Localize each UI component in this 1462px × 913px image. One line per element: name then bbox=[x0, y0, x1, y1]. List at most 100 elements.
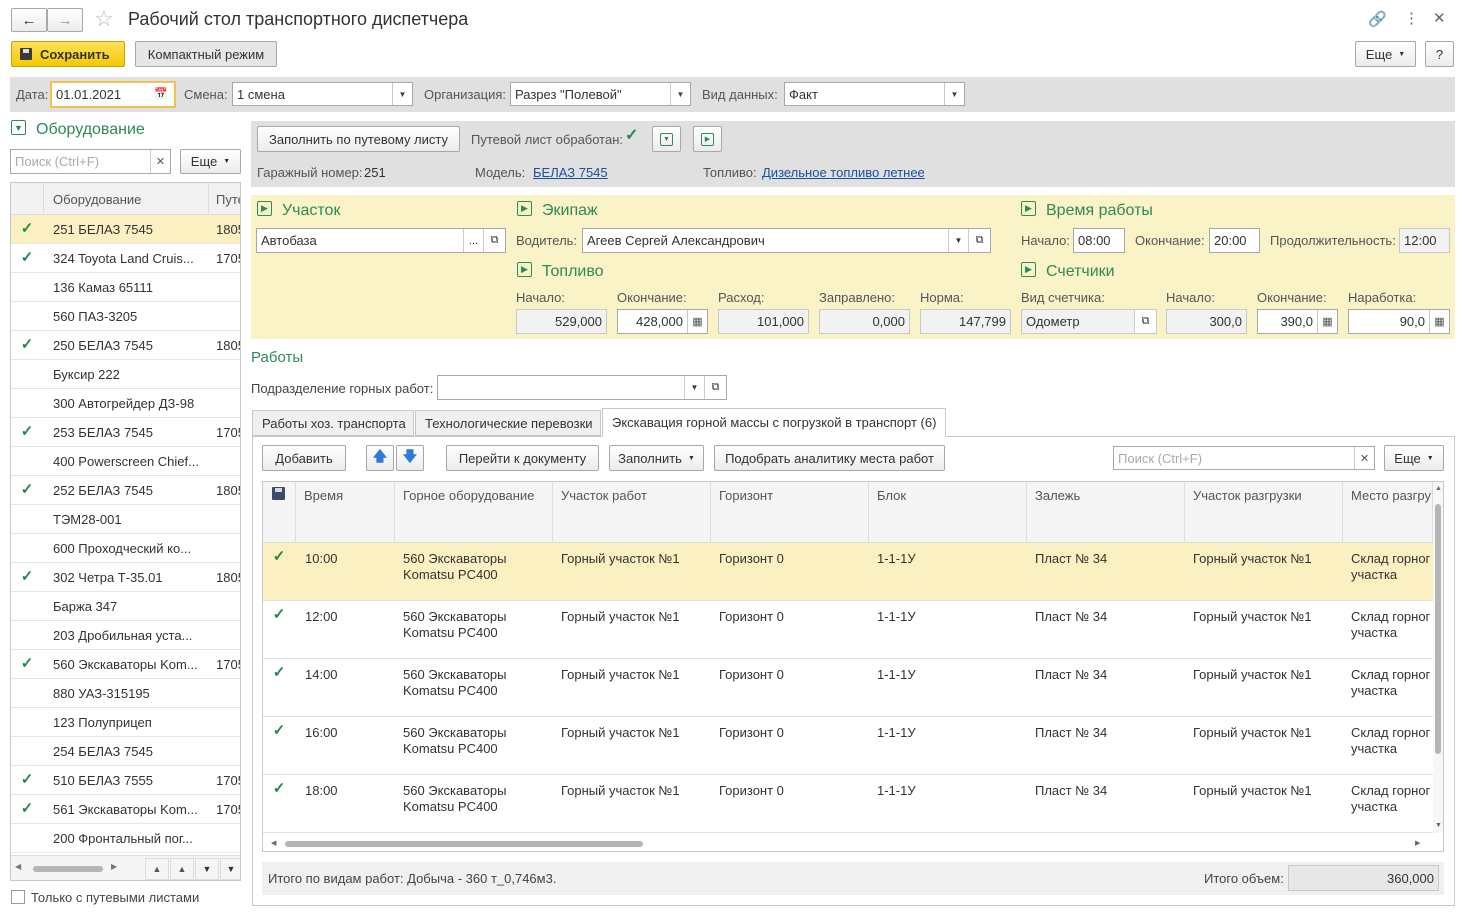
col-status[interactable] bbox=[263, 482, 296, 542]
equipment-row[interactable]: ✓ 252 БЕЛАЗ 7545 1805 bbox=[11, 476, 240, 505]
works-row[interactable]: ✓ 10:00 560 Экскаваторы Komatsu PC400 Горный… bbox=[263, 543, 1433, 601]
equipment-row[interactable]: 300 Автогрейдер ДЗ-98 bbox=[11, 389, 240, 418]
select-dots-icon[interactable]: ... bbox=[463, 229, 483, 252]
h-scrollbar-thumb[interactable] bbox=[33, 866, 103, 872]
col-equipment[interactable]: Оборудование bbox=[53, 192, 141, 207]
col-deposit[interactable]: Залежь bbox=[1027, 482, 1185, 542]
fill-button[interactable]: Заполнить ▼ bbox=[609, 445, 704, 471]
org-field[interactable]: Разрез "Полевой" ▼ bbox=[510, 82, 691, 106]
equipment-row[interactable]: ✓ 561 Экскаваторы Kom... 1705 bbox=[11, 795, 240, 824]
back-button[interactable]: ← bbox=[11, 8, 47, 32]
equipment-row[interactable]: 136 Камаз 65111 bbox=[11, 273, 240, 302]
calculator-icon[interactable]: ▦ bbox=[1429, 310, 1449, 333]
col-unload-place[interactable]: Место разгру bbox=[1343, 482, 1433, 542]
col-work-site[interactable]: Участок работ bbox=[553, 482, 711, 542]
expand-chevron-icon[interactable]: ▶ bbox=[517, 201, 532, 217]
waybill-down-button[interactable]: ▼ bbox=[652, 126, 681, 152]
equipment-row[interactable]: 880 УАЗ-315195 bbox=[11, 679, 240, 708]
scroll-down-icon[interactable]: ▼ bbox=[195, 858, 219, 880]
fuel-link[interactable]: Дизельное топливо летнее bbox=[762, 165, 925, 180]
works-row[interactable]: ✓ 18:00 560 Экскаваторы Komatsu PC400 Горный… bbox=[263, 775, 1433, 833]
more-vertical-icon[interactable]: ⋮ bbox=[1404, 9, 1419, 27]
chevron-down-icon[interactable]: ▼ bbox=[670, 83, 690, 105]
save-button[interactable]: Сохранить bbox=[11, 41, 125, 67]
worktime-end-field[interactable]: 20:00 bbox=[1209, 228, 1260, 253]
works-row[interactable]: ✓ 14:00 560 Экскаваторы Komatsu PC400 Горный… bbox=[263, 659, 1433, 717]
site-section-title[interactable]: ▶ Участок bbox=[257, 201, 340, 220]
tab-excavation[interactable]: Экскавация горной массы с погрузкой в тр… bbox=[602, 408, 946, 437]
open-icon[interactable]: ⧉ bbox=[1134, 310, 1156, 333]
move-up-button[interactable]: 🡅 bbox=[366, 445, 394, 471]
v-scrollbar[interactable]: ▲ ▼ bbox=[1433, 482, 1443, 833]
model-link[interactable]: БЕЛАЗ 7545 bbox=[533, 165, 608, 180]
equipment-row[interactable]: ✓ 253 БЕЛАЗ 7545 1705 bbox=[11, 418, 240, 447]
equipment-row[interactable]: Буксир 222 bbox=[11, 360, 240, 389]
open-icon[interactable]: ⧉ bbox=[704, 376, 726, 399]
h-scrollbar[interactable]: ◀ ▶ bbox=[263, 837, 1433, 851]
col-unload-site[interactable]: Участок разгрузки bbox=[1185, 482, 1343, 542]
equipment-search-input[interactable]: Поиск (Ctrl+F) ✕ bbox=[10, 149, 171, 174]
chevron-down-icon[interactable]: ▼ bbox=[684, 376, 704, 399]
col-waybill[interactable]: Путе bbox=[216, 192, 240, 207]
shift-field[interactable]: 1 смена ▼ bbox=[232, 82, 413, 106]
equipment-row[interactable]: 600 Проходческий ко... bbox=[11, 534, 240, 563]
works-more-button[interactable]: Еще ▼ bbox=[1384, 445, 1444, 471]
link-icon[interactable]: 🔗 bbox=[1368, 10, 1387, 28]
goto-document-button[interactable]: Перейти к документу bbox=[446, 445, 599, 471]
scroll-up-icon[interactable]: ▲ bbox=[1435, 485, 1442, 492]
worktime-start-field[interactable]: 08:00 bbox=[1073, 228, 1125, 253]
equipment-more-button[interactable]: Еще ▼ bbox=[180, 149, 241, 174]
calculator-icon[interactable]: ▦ bbox=[687, 310, 707, 333]
col-block[interactable]: Блок bbox=[869, 482, 1027, 542]
fill-by-waybill-button[interactable]: Заполнить по путевому листу bbox=[257, 126, 460, 152]
counters-section-title[interactable]: ▶ Счетчики bbox=[1021, 262, 1115, 281]
col-time[interactable]: Время bbox=[296, 482, 395, 542]
calendar-icon[interactable]: 📅 bbox=[154, 87, 168, 100]
equipment-section-title[interactable]: ▼ Оборудование bbox=[11, 120, 145, 139]
driver-field[interactable]: Агеев Сергей Александрович ▼ ⧉ bbox=[582, 228, 991, 253]
clear-icon[interactable]: ✕ bbox=[150, 150, 170, 173]
chevron-down-icon[interactable]: ▼ bbox=[948, 229, 968, 252]
equipment-row[interactable]: 400 Powerscreen Chief... bbox=[11, 447, 240, 476]
equipment-row[interactable]: ТЭМ28-001 bbox=[11, 505, 240, 534]
chevron-down-icon[interactable]: ▼ bbox=[944, 83, 964, 105]
scroll-up-icon[interactable]: ▲ bbox=[170, 858, 194, 880]
collapse-chevron-icon[interactable]: ▼ bbox=[11, 120, 26, 136]
h-scrollbar-thumb[interactable] bbox=[285, 841, 643, 847]
expand-chevron-icon[interactable]: ▶ bbox=[1021, 201, 1036, 217]
col-horizon[interactable]: Горизонт bbox=[711, 482, 869, 542]
division-field[interactable]: ▼ ⧉ bbox=[437, 375, 727, 400]
pick-analytics-button[interactable]: Подобрать аналитику места работ bbox=[714, 445, 945, 471]
calculator-icon[interactable]: ▦ bbox=[1317, 310, 1337, 333]
open-icon[interactable]: ⧉ bbox=[483, 229, 505, 252]
equipment-row[interactable]: 254 БЕЛАЗ 7545 bbox=[11, 737, 240, 766]
open-icon[interactable]: ⧉ bbox=[968, 229, 990, 252]
datatype-field[interactable]: Факт ▼ bbox=[784, 82, 965, 106]
processed-checkbox[interactable]: ✓ bbox=[625, 128, 641, 144]
works-row[interactable]: ✓ 12:00 560 Экскаваторы Komatsu PC400 Горный… bbox=[263, 601, 1433, 659]
help-button[interactable]: ? bbox=[1425, 41, 1454, 67]
favorite-star-icon[interactable]: ☆ bbox=[94, 6, 114, 32]
tab-household-transport[interactable]: Работы хоз. транспорта bbox=[252, 410, 414, 436]
move-down-button[interactable]: 🡇 bbox=[396, 445, 424, 471]
scroll-left-icon[interactable]: ◀ bbox=[271, 839, 276, 847]
scroll-down-icon[interactable]: ▼ bbox=[1435, 822, 1442, 829]
fuel-end-field[interactable]: 428,000 ▦ bbox=[617, 309, 708, 334]
col-mining-equipment[interactable]: Горное оборудование bbox=[395, 482, 553, 542]
counter-type-field[interactable]: Одометр ⧉ bbox=[1021, 309, 1157, 334]
equipment-row[interactable]: ✓ 251 БЕЛАЗ 7545 1805 bbox=[11, 215, 240, 244]
waybill-next-button[interactable]: ▶ bbox=[693, 126, 722, 152]
equipment-row[interactable]: ✓ 324 Toyota Land Cruis... 1705 bbox=[11, 244, 240, 273]
counter-end-field[interactable]: 390,0 ▦ bbox=[1257, 309, 1338, 334]
more-button[interactable]: Еще ▼ bbox=[1355, 41, 1416, 67]
scroll-left-icon[interactable]: ◀ bbox=[15, 862, 21, 871]
works-row[interactable]: ✓ 16:00 560 Экскаваторы Komatsu PC400 Горный… bbox=[263, 717, 1433, 775]
equipment-row[interactable]: 200 Фронтальный пог... bbox=[11, 824, 240, 853]
scroll-right-icon[interactable]: ▶ bbox=[1415, 839, 1420, 847]
crew-section-title[interactable]: ▶ Экипаж bbox=[517, 201, 598, 220]
equipment-row[interactable]: ✓ 560 Экскаваторы Kom... 1705 bbox=[11, 650, 240, 679]
fuel-section-title[interactable]: ▶ Топливо bbox=[517, 262, 604, 281]
v-scrollbar-thumb[interactable] bbox=[1435, 504, 1441, 754]
scroll-bottom-icon[interactable]: ▼ bbox=[220, 858, 240, 880]
site-field[interactable]: Автобаза ... ⧉ bbox=[256, 228, 506, 253]
